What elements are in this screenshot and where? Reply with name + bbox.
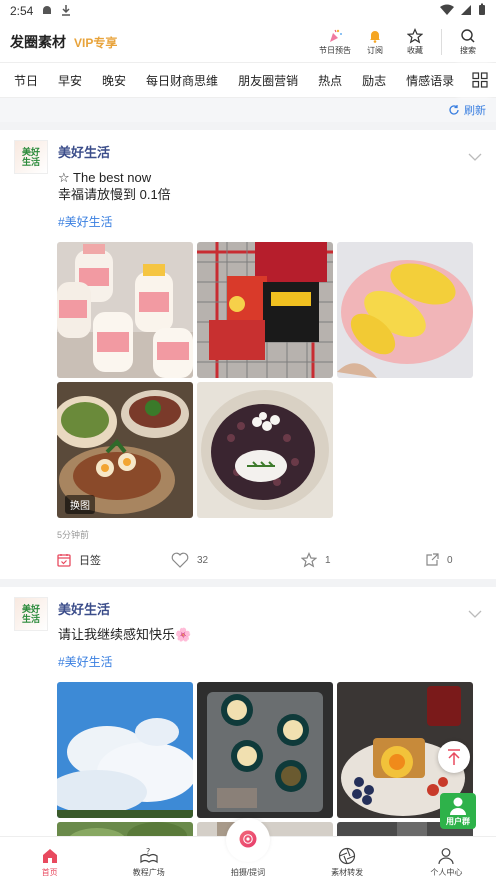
author-name[interactable]: 美好生活 — [58, 142, 482, 161]
tab-morning[interactable]: 早安 — [48, 72, 92, 89]
share-icon — [426, 553, 439, 566]
daily-sign-button[interactable]: 日签 — [57, 552, 171, 568]
favorite-button[interactable]: 1 — [301, 552, 425, 568]
hashtag-link[interactable]: #美好生活 — [58, 653, 482, 670]
like-count: 32 — [197, 554, 209, 566]
status-time: 2:54 — [10, 4, 34, 18]
post-image[interactable] — [197, 382, 333, 518]
post-card: 美好生活 美好生活 请让我继续感知快乐🌸 #美好生活 — [0, 587, 496, 852]
tab-night[interactable]: 晚安 — [92, 72, 136, 89]
tab-finance[interactable]: 每日财商思维 — [136, 72, 228, 89]
aperture-icon — [339, 847, 356, 865]
search-icon — [461, 29, 475, 43]
star-icon — [301, 552, 317, 568]
star-icon — [407, 28, 423, 44]
svg-text:?: ? — [146, 847, 150, 856]
avatar[interactable]: 美好生活 — [14, 140, 48, 174]
chevron-down-icon[interactable] — [468, 605, 482, 623]
divider — [0, 122, 496, 130]
post-image[interactable]: 换图 — [57, 382, 193, 518]
favorite-count: 1 — [325, 554, 331, 566]
post-image[interactable] — [57, 682, 193, 818]
post-text-line: 请让我继续感知快乐🌸 — [58, 627, 192, 642]
chevron-down-icon[interactable] — [468, 148, 482, 166]
holiday-preview-button[interactable]: 节日预告 — [317, 28, 353, 56]
post-card: 美好生活 美好生活 ☆ The best now 幸福请放慢到 0.1倍 #美好… — [0, 130, 496, 575]
author-name[interactable]: 美好生活 — [58, 599, 482, 618]
android-icon — [41, 4, 53, 19]
post-image[interactable] — [197, 242, 333, 378]
refresh-label: 刷新 — [464, 105, 486, 117]
user-group-button[interactable]: 用户群 — [440, 793, 476, 829]
app-header: 发圈素材 VIP专享 节日预告 订阅 收藏 搜索 — [0, 22, 496, 62]
swap-image-button[interactable]: 换图 — [65, 495, 95, 514]
page-title: 发圈素材 — [10, 34, 66, 50]
post-time: 5分钟前 — [57, 530, 90, 540]
like-button[interactable]: 32 — [171, 552, 301, 568]
vip-badge[interactable]: VIP专享 — [74, 34, 117, 51]
brand: 发圈素材 VIP专享 — [10, 32, 117, 52]
all-categories-button[interactable] — [464, 63, 496, 97]
search-button[interactable]: 搜索 — [450, 28, 486, 56]
refresh-icon — [449, 105, 459, 115]
divider — [441, 29, 442, 55]
user-icon — [450, 797, 466, 815]
nav-forward[interactable]: 素材转发 — [307, 847, 387, 878]
download-icon — [61, 4, 71, 19]
category-tabs: 节日 早安 晚安 每日财商思维 朋友圈营销 热点 励志 情感语录 大健 — [0, 62, 496, 98]
divider — [0, 579, 496, 587]
nav-home[interactable]: 首页 — [10, 847, 90, 878]
post-text-line: ☆ The best now — [58, 170, 152, 185]
battery-icon — [478, 3, 486, 19]
share-count: 0 — [447, 554, 453, 566]
signal-icon — [460, 4, 472, 19]
calendar-icon — [57, 554, 71, 567]
camera-button[interactable] — [225, 818, 270, 862]
status-bar: 2:54 — [0, 0, 496, 22]
nav-profile[interactable]: 个人中心 — [406, 847, 486, 878]
party-popper-icon — [330, 29, 342, 42]
avatar[interactable]: 美好生活 — [14, 597, 48, 631]
tab-emotion[interactable]: 情感语录 — [396, 72, 464, 89]
post-image[interactable] — [337, 242, 473, 378]
heart-icon — [171, 552, 189, 568]
wifi-icon — [440, 4, 454, 19]
camera-icon — [239, 830, 257, 848]
home-icon — [42, 849, 57, 863]
user-icon — [438, 848, 454, 865]
share-button[interactable]: 0 — [425, 553, 453, 567]
grid-icon — [472, 72, 488, 88]
tab-holiday[interactable]: 节日 — [4, 72, 48, 89]
nav-camera[interactable]: 拍摄/提词 — [208, 818, 288, 878]
refresh-bar[interactable]: 刷新 — [0, 98, 496, 122]
subscribe-button[interactable]: 订阅 — [357, 28, 393, 56]
back-to-top-button[interactable] — [438, 741, 470, 773]
post-image[interactable] — [197, 682, 333, 818]
nav-tutorials[interactable]: ? 教程广场 — [109, 847, 189, 878]
tab-hot[interactable]: 热点 — [308, 72, 352, 89]
tutorial-icon: ? — [140, 847, 158, 864]
tab-marketing[interactable]: 朋友圈营销 — [228, 72, 308, 89]
tab-inspire[interactable]: 励志 — [352, 72, 396, 89]
favorites-button[interactable]: 收藏 — [397, 28, 433, 56]
bell-icon — [370, 31, 380, 43]
post-image[interactable] — [57, 242, 193, 378]
arrow-up-icon — [448, 749, 460, 765]
post-text-line: 幸福请放慢到 0.1倍 — [58, 187, 171, 202]
bottom-nav: 首页 ? 教程广场 拍摄/提词 素材转发 个人中心 — [0, 818, 496, 882]
hashtag-link[interactable]: #美好生活 — [58, 213, 482, 230]
